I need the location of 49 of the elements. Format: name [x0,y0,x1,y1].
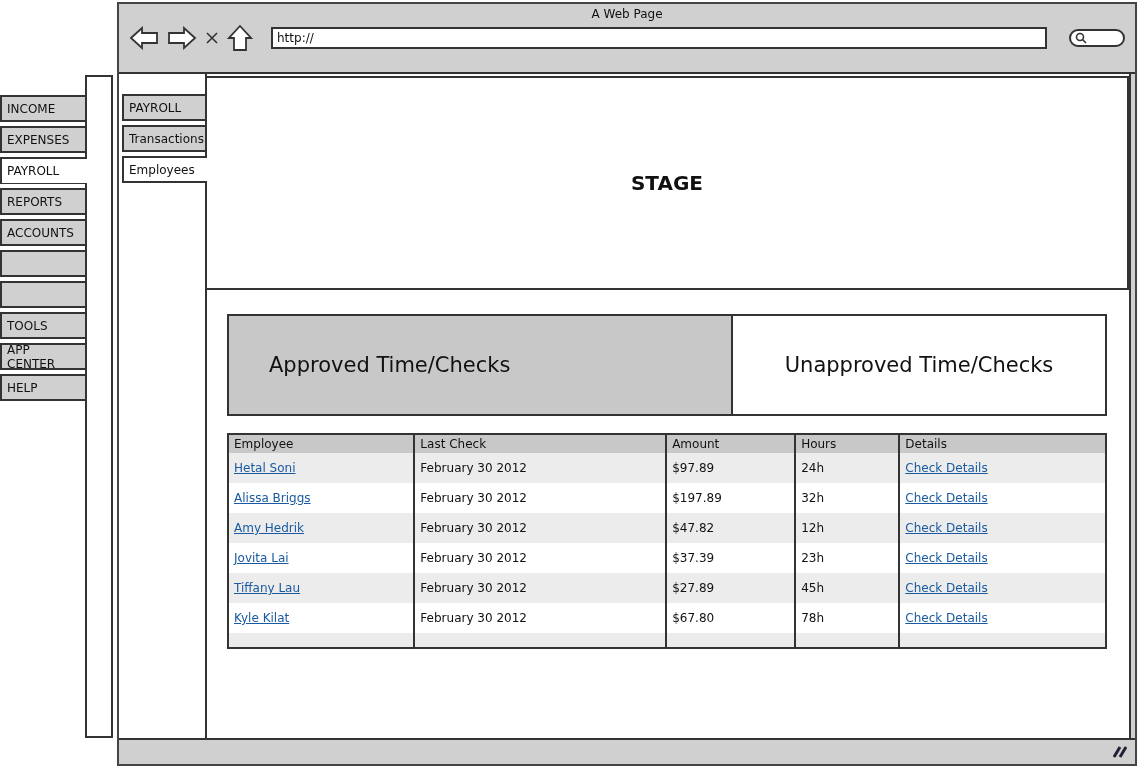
back-icon[interactable] [129,26,159,50]
stage-label: STAGE [630,171,704,195]
table-link[interactable]: Kyle Kilat [234,611,290,625]
table-cell: February 30 2012 [414,573,667,603]
table-cell: 12h [795,513,900,543]
table-cell: $97.89 [666,453,796,483]
column-header: Employee [228,434,415,453]
table-cell: $47.82 [666,513,796,543]
table-link[interactable]: Check Details [905,551,988,565]
forward-icon[interactable] [167,26,197,50]
nav-tab[interactable]: APP CENTER [0,343,86,370]
table-link[interactable]: Jovita Lai [234,551,289,565]
nav-tab[interactable]: REPORTS [0,188,86,215]
nav-tab[interactable]: PAYROLL [0,157,88,184]
column-header: Last Check [414,434,667,453]
nav-tab[interactable]: HELP [0,374,86,401]
table-cell: 45h [795,573,900,603]
column-header: Amount [666,434,796,453]
address-field[interactable]: http:// [271,27,1047,49]
table-link[interactable]: Hetal Soni [234,461,296,475]
search-icon [1075,32,1087,44]
search-field[interactable] [1069,29,1125,47]
resize-grip-icon[interactable] [1113,746,1127,758]
window-title: A Web Page [590,6,664,21]
sub-nav-tab[interactable]: PAYROLL [122,94,205,121]
table-cell: $27.89 [666,573,796,603]
table-cell: February 30 2012 [414,453,667,483]
nav-tab[interactable] [0,281,86,308]
table-link[interactable]: Alissa Briggs [234,491,311,505]
table-link[interactable]: Check Details [905,581,988,595]
nav-tab[interactable]: ACCOUNTS [0,219,86,246]
sub-nav-tab[interactable]: Transactions [122,125,205,152]
nav-tab[interactable]: INCOME [0,95,86,122]
table-link[interactable]: Check Details [905,611,988,625]
column-header: Hours [795,434,900,453]
nav-tab[interactable]: TOOLS [0,312,86,339]
close-icon[interactable] [205,31,219,45]
table-cell: February 30 2012 [414,513,667,543]
table-link[interactable]: Check Details [905,461,988,475]
toggle-tab[interactable]: Approved Time/Checks [229,316,733,414]
nav-tab[interactable] [0,250,86,277]
table-link[interactable]: Check Details [905,491,988,505]
table-cell: 24h [795,453,900,483]
sub-nav-tab[interactable]: Employees [122,156,207,183]
table-link[interactable]: Amy Hedrik [234,521,305,535]
table-link[interactable]: Tiffany Lau [234,581,301,595]
nav-tab[interactable]: EXPENSES [0,126,86,153]
column-header: Details [899,434,1106,453]
table-link[interactable]: Check Details [905,521,988,535]
